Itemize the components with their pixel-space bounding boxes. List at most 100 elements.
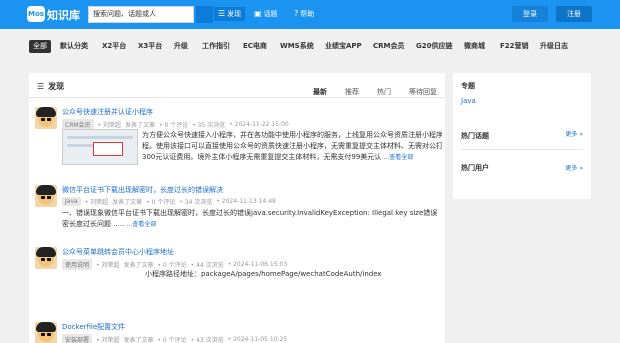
search-button[interactable] xyxy=(196,6,213,23)
logo-text[interactable]: 知识库 xyxy=(47,7,80,23)
hot-topics-heading: 热门话题 xyxy=(461,132,489,140)
top-navbar: Mos 知识库 搜索问题、话题或人 ☰ 发现 ▣ 话题 ? 帮助 登录 注册 xyxy=(0,0,620,29)
logo-icon[interactable]: Mos xyxy=(27,6,45,22)
tab-hot[interactable]: 热门 xyxy=(377,87,391,97)
excerpt-line: 密长度过长问题 ..... xyxy=(62,220,125,228)
category-all[interactable]: 全部 xyxy=(29,40,51,53)
category-f22[interactable]: F22营销 xyxy=(500,40,529,53)
excerpt-line: 一、错误现象微信平台证书下载出现解密时，长度过长的错误java.security… xyxy=(62,209,438,217)
category-default[interactable]: 默认分类 xyxy=(60,40,88,53)
post-time: • 2024-11-22 15:00 xyxy=(229,121,289,128)
divider xyxy=(29,97,445,98)
hot-users-more-link[interactable]: 更多 » xyxy=(565,163,583,172)
post-views: • 34 次浏览 xyxy=(179,199,213,206)
avatar[interactable] xyxy=(35,247,57,269)
category-g20[interactable]: G20供应链 xyxy=(416,40,453,53)
post-excerpt: 小程序路径地址：packageA/pages/homePage/wechatCo… xyxy=(145,269,435,280)
hot-users-box: 热门用户 更多 » xyxy=(453,159,591,199)
post-author[interactable]: • 刘荣超 xyxy=(96,335,119,343)
nav-topics-label: 话题 xyxy=(263,10,278,18)
list-item: Dockerfile配置文件 安装部署 • 刘荣超 发表了文章 • 0 个评论 … xyxy=(35,322,439,343)
post-time: • 2024-11-06 15:03 xyxy=(227,261,288,268)
post-thumbnail[interactable] xyxy=(62,129,138,165)
excerpt-line: 程。使用该接口可以直接使用公众号的资质快速注册小程序，无需重复提交主体材料、无需… xyxy=(142,142,442,150)
post-tag[interactable]: Java xyxy=(62,197,81,206)
post-views: • 43 次浏览 xyxy=(190,337,224,343)
page-title-text: 发现 xyxy=(48,82,65,91)
tab-unanswered[interactable]: 等待回复 xyxy=(409,87,437,97)
post-title[interactable]: 微信平台证书下载出现解密时，长度过长的错误解决 xyxy=(62,185,223,195)
login-button[interactable]: 登录 xyxy=(512,6,548,22)
category-upgrade[interactable]: 升级 xyxy=(174,40,188,53)
post-tag[interactable]: 使用说明 xyxy=(62,259,93,270)
post-action: 发表了文章 xyxy=(125,122,156,129)
list-item: 公众号快速注册并认证小程序 CRM会员 • 刘荣超 发表了文章 • 0 个评论 … xyxy=(35,107,442,185)
post-time: • 2024-11-05 10:25 xyxy=(227,336,288,343)
read-more-link[interactable]: ...查看全部 xyxy=(127,221,157,228)
post-action: 发表了文章 xyxy=(123,262,154,269)
post-tag[interactable]: 安装部署 xyxy=(62,334,93,343)
post-author[interactable]: • 刘荣超 xyxy=(96,260,119,269)
sidebar: 专题 Java 热门话题 更多 » 热门用户 更多 » xyxy=(453,73,591,343)
divider xyxy=(461,149,583,150)
post-views: • 35 次浏览 xyxy=(192,122,226,129)
chat-icon: ▣ xyxy=(254,9,262,18)
category-wms[interactable]: WMS系统 xyxy=(280,40,314,53)
post-title[interactable]: 公众号快速注册并认证小程序 xyxy=(62,107,153,117)
page-title: ☰ 发现 xyxy=(37,81,64,92)
excerpt-line: 为方便公众号快速接入小程序，并在各功能中使用小程序的服务，上线复用公众号资质注册… xyxy=(142,131,442,139)
category-guide[interactable]: 工作指引 xyxy=(202,40,230,53)
post-author[interactable]: • 刘荣超 xyxy=(85,197,108,206)
category-yjb[interactable]: 业绩宝APP xyxy=(325,40,362,53)
list-item: 公众号菜单跳转会员中心小程序地址 使用说明 • 刘荣超 发表了文章 • 0 个评… xyxy=(35,247,439,287)
excerpt-line: 小程序路径地址：packageA/pages/homePage/wechatCo… xyxy=(145,270,382,278)
post-title[interactable]: 公众号菜单跳转会员中心小程序地址 xyxy=(62,247,174,257)
post-comments: • 0 个评论 xyxy=(157,262,187,269)
topics-box: 专题 Java xyxy=(453,73,591,121)
category-bar: 全部 默认分类 X2平台 X3平台 升级 工作指引 EC电商 WMS系统 业绩宝… xyxy=(0,36,620,56)
nav-help-label: 帮助 xyxy=(300,10,315,18)
list-item: 微信平台证书下载出现解密时，长度过长的错误解决 Java • 刘荣超 发表了文章… xyxy=(35,185,439,243)
post-action: 发表了文章 xyxy=(123,337,154,343)
hot-topics-more-link[interactable]: 更多 » xyxy=(565,129,583,138)
excerpt-line: 300元认证费用。境外主体小程序无需重复提交主体材料，无需支付99美元认 xyxy=(142,153,382,161)
avatar[interactable] xyxy=(35,107,57,129)
post-comments: • 0 个评论 xyxy=(157,337,187,343)
category-crm[interactable]: CRM会员 xyxy=(373,40,405,53)
topic-link[interactable]: Java xyxy=(461,97,476,105)
category-mall[interactable]: 微商城 xyxy=(464,40,485,53)
post-comments: • 0 个评论 xyxy=(159,122,189,129)
nav-help[interactable]: ? 帮助 xyxy=(294,7,314,21)
post-meta: Java • 刘荣超 发表了文章 • 0 个评论 • 34 次浏览 • 2024… xyxy=(62,197,276,206)
category-ec[interactable]: EC电商 xyxy=(243,40,267,53)
post-excerpt: 一、错误现象微信平台证书下载出现解密时，长度过长的错误java.security… xyxy=(62,208,438,230)
post-excerpt: 为方便公众号快速接入小程序，并在各功能中使用小程序的服务，上线复用公众号资质注册… xyxy=(142,130,442,163)
help-icon: ? xyxy=(294,9,299,18)
post-title[interactable]: Dockerfile配置文件 xyxy=(62,322,125,332)
nav-discover[interactable]: ☰ 发现 xyxy=(214,7,246,21)
list-icon: ☰ xyxy=(218,9,226,18)
feed-tabs: 最新 推荐 热门 等待回复 xyxy=(313,87,437,97)
category-changelog[interactable]: 升级日志 xyxy=(540,40,568,53)
hot-topics-box: 热门话题 更多 » xyxy=(453,121,591,159)
post-meta: 安装部署 • 刘荣超 发表了文章 • 0 个评论 • 43 次浏览 • 2024… xyxy=(62,334,287,343)
tab-recommended[interactable]: 推荐 xyxy=(345,87,359,97)
feed-panel: ☰ 发现 最新 推荐 热门 等待回复 公众号快速注册并认证小程序 CRM会员 •… xyxy=(29,73,445,343)
nav-discover-label: 发现 xyxy=(227,10,242,18)
register-button[interactable]: 注册 xyxy=(556,6,592,22)
nav-topics[interactable]: ▣ 话题 xyxy=(254,7,278,21)
tab-latest[interactable]: 最新 xyxy=(313,87,327,97)
post-views: • 44 次浏览 xyxy=(190,262,224,269)
read-more-link[interactable]: ...查看全部 xyxy=(384,154,414,161)
list-icon: ☰ xyxy=(37,82,45,91)
avatar[interactable] xyxy=(35,322,57,343)
category-x3[interactable]: X3平台 xyxy=(138,40,162,53)
post-action: 发表了文章 xyxy=(112,199,143,206)
post-time: • 2024-11-13 14:48 xyxy=(216,198,276,205)
category-x2[interactable]: X2平台 xyxy=(102,40,126,53)
topics-heading: 专题 xyxy=(461,82,475,90)
search-input[interactable]: 搜索问题、话题或人 xyxy=(88,6,194,23)
hot-users-heading: 热门用户 xyxy=(461,164,489,172)
avatar[interactable] xyxy=(35,185,57,207)
post-author[interactable]: • 刘荣超 xyxy=(98,120,121,129)
